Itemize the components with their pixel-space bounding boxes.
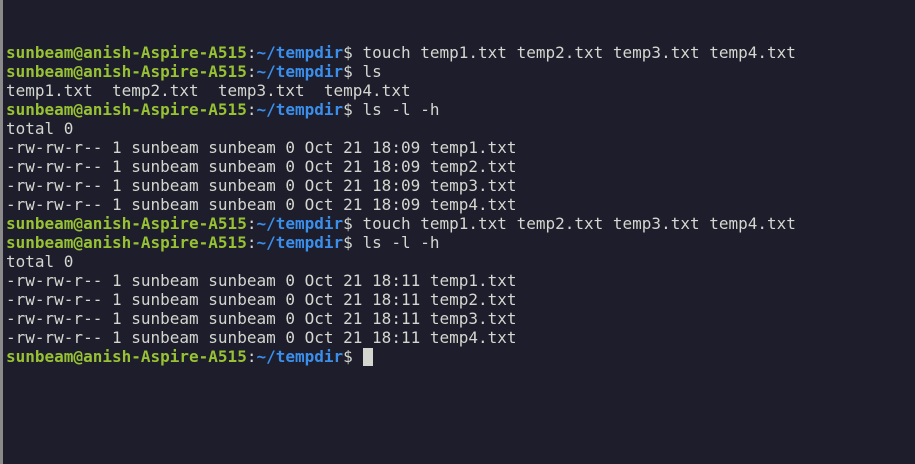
- output-text: -rw-rw-r-- 1 sunbeam sunbeam 0 Oct 21 18…: [6, 328, 517, 347]
- prompt-user-host: sunbeam@anish-Aspire-A515: [6, 100, 247, 119]
- prompt-symbol: $: [343, 62, 353, 81]
- output-line: -rw-rw-r-- 1 sunbeam sunbeam 0 Oct 21 18…: [6, 138, 915, 157]
- prompt-symbol: $: [343, 43, 353, 62]
- prompt-symbol: $: [343, 233, 353, 252]
- prompt-user-host: sunbeam@anish-Aspire-A515: [6, 43, 247, 62]
- output-text: -rw-rw-r-- 1 sunbeam sunbeam 0 Oct 21 18…: [6, 290, 517, 309]
- command-text: touch temp1.txt temp2.txt temp3.txt temp…: [352, 43, 796, 62]
- output-line: -rw-rw-r-- 1 sunbeam sunbeam 0 Oct 21 18…: [6, 195, 915, 214]
- command-text: ls -l -h: [352, 100, 440, 119]
- command-text: ls -l -h: [352, 233, 440, 252]
- prompt-line: sunbeam@anish-Aspire-A515:~/tempdir$ tou…: [6, 214, 915, 233]
- prompt-user-host: sunbeam@anish-Aspire-A515: [6, 347, 247, 366]
- output-line: -rw-rw-r-- 1 sunbeam sunbeam 0 Oct 21 18…: [6, 328, 915, 347]
- prompt-path: ~/tempdir: [256, 233, 344, 252]
- output-line: temp1.txt temp2.txt temp3.txt temp4.txt: [6, 81, 915, 100]
- output-text: total 0: [6, 119, 74, 138]
- output-text: -rw-rw-r-- 1 sunbeam sunbeam 0 Oct 21 18…: [6, 195, 517, 214]
- output-line: -rw-rw-r-- 1 sunbeam sunbeam 0 Oct 21 18…: [6, 176, 915, 195]
- text-cursor: [363, 348, 374, 366]
- output-text: temp1.txt temp2.txt temp3.txt temp4.txt: [6, 81, 411, 100]
- output-text: -rw-rw-r-- 1 sunbeam sunbeam 0 Oct 21 18…: [6, 138, 517, 157]
- output-line: -rw-rw-r-- 1 sunbeam sunbeam 0 Oct 21 18…: [6, 157, 915, 176]
- output-line: total 0: [6, 119, 915, 138]
- prompt-line: sunbeam@anish-Aspire-A515:~/tempdir$ ls: [6, 62, 915, 81]
- prompt-line: sunbeam@anish-Aspire-A515:~/tempdir$ ls …: [6, 100, 915, 119]
- output-text: -rw-rw-r-- 1 sunbeam sunbeam 0 Oct 21 18…: [6, 176, 517, 195]
- prompt-symbol: $: [343, 214, 353, 233]
- output-text: -rw-rw-r-- 1 sunbeam sunbeam 0 Oct 21 18…: [6, 157, 517, 176]
- output-line: -rw-rw-r-- 1 sunbeam sunbeam 0 Oct 21 18…: [6, 271, 915, 290]
- command-text[interactable]: [353, 347, 363, 366]
- output-text: -rw-rw-r-- 1 sunbeam sunbeam 0 Oct 21 18…: [6, 271, 517, 290]
- prompt-symbol: $: [343, 100, 353, 119]
- command-text: touch temp1.txt temp2.txt temp3.txt temp…: [352, 214, 796, 233]
- prompt-line: sunbeam@anish-Aspire-A515:~/tempdir$ tou…: [6, 43, 915, 62]
- output-line: -rw-rw-r-- 1 sunbeam sunbeam 0 Oct 21 18…: [6, 309, 915, 328]
- command-text: ls: [352, 62, 382, 81]
- terminal-window[interactable]: sunbeam@anish-Aspire-A515:~/tempdir$ tou…: [0, 0, 915, 464]
- prompt-path: ~/tempdir: [256, 62, 344, 81]
- output-line: total 0: [6, 252, 915, 271]
- prompt-path: ~/tempdir: [256, 347, 344, 366]
- prompt-symbol: $: [343, 347, 353, 366]
- prompt-user-host: sunbeam@anish-Aspire-A515: [6, 62, 247, 81]
- active-prompt-line: sunbeam@anish-Aspire-A515:~/tempdir$: [6, 347, 915, 366]
- prompt-user-host: sunbeam@anish-Aspire-A515: [6, 214, 247, 233]
- prompt-path: ~/tempdir: [256, 214, 344, 233]
- output-text: total 0: [6, 252, 74, 271]
- prompt-user-host: sunbeam@anish-Aspire-A515: [6, 233, 247, 252]
- prompt-path: ~/tempdir: [256, 43, 344, 62]
- prompt-line: sunbeam@anish-Aspire-A515:~/tempdir$ ls …: [6, 233, 915, 252]
- output-line: -rw-rw-r-- 1 sunbeam sunbeam 0 Oct 21 18…: [6, 290, 915, 309]
- output-text: -rw-rw-r-- 1 sunbeam sunbeam 0 Oct 21 18…: [6, 309, 517, 328]
- prompt-path: ~/tempdir: [256, 100, 344, 119]
